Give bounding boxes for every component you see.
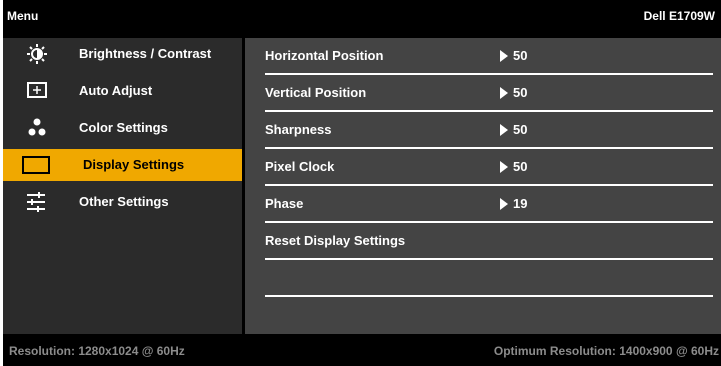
- setting-label: Pixel Clock: [265, 159, 335, 174]
- brightness-icon: [19, 44, 55, 64]
- sidebar-item-label: Brightness / Contrast: [79, 46, 212, 61]
- sidebar-item-auto-adjust[interactable]: Auto Adjust: [3, 75, 242, 107]
- triangle-right-icon: [500, 50, 508, 62]
- setting-label: Vertical Position: [265, 85, 367, 100]
- sidebar-item-label: Other Settings: [79, 194, 169, 209]
- setting-label: Sharpness: [265, 122, 332, 137]
- setting-row-reset-display-settings[interactable]: Reset Display Settings: [245, 223, 721, 260]
- monitor-osd: Menu Dell E1709W Brightness / Contrast A…: [0, 0, 721, 366]
- row-divider: [265, 295, 713, 297]
- setting-row-horizontal-position[interactable]: Horizontal Position 50: [245, 38, 721, 75]
- triangle-right-icon: [500, 161, 508, 173]
- setting-value: 50: [513, 48, 528, 63]
- display-settings-icon: [19, 155, 55, 175]
- setting-row-vertical-position[interactable]: Vertical Position 50: [245, 75, 721, 112]
- osd-footer: Resolution: 1280x1024 @ 60Hz Optimum Res…: [3, 334, 721, 366]
- triangle-right-icon: [500, 87, 508, 99]
- sidebar-item-color-settings[interactable]: Color Settings: [3, 112, 242, 144]
- setting-label: Phase: [265, 196, 304, 211]
- sidebar-item-display-settings[interactable]: Display Settings: [3, 149, 242, 181]
- setting-value: 50: [513, 122, 528, 137]
- setting-label: Horizontal Position: [265, 48, 384, 63]
- sidebar-item-brightness-contrast[interactable]: Brightness / Contrast: [3, 38, 242, 70]
- setting-value: 50: [513, 85, 528, 100]
- sidebar-item-label: Auto Adjust: [79, 83, 153, 98]
- auto-adjust-icon: [19, 81, 55, 101]
- setting-value: 50: [513, 159, 528, 174]
- sidebar: Brightness / Contrast Auto Adjust Color …: [3, 38, 242, 334]
- sidebar-item-label: Display Settings: [83, 157, 185, 172]
- optimum-resolution: Optimum Resolution: 1400x900 @ 60Hz: [493, 344, 719, 358]
- setting-label: Reset Display Settings: [265, 233, 406, 248]
- sidebar-item-other-settings[interactable]: Other Settings: [3, 186, 242, 218]
- model-name: Dell E1709W: [643, 9, 715, 23]
- other-settings-icon: [19, 192, 55, 212]
- setting-row-pixel-clock[interactable]: Pixel Clock 50: [245, 149, 721, 186]
- current-resolution: Resolution: 1280x1024 @ 60Hz: [9, 344, 185, 358]
- triangle-right-icon: [500, 124, 508, 136]
- setting-row-empty: [245, 260, 721, 297]
- color-settings-icon: [19, 118, 55, 138]
- setting-row-phase[interactable]: Phase 19: [245, 186, 721, 223]
- osd-header: Menu Dell E1709W: [3, 0, 721, 32]
- menu-title: Menu: [7, 9, 39, 23]
- setting-row-sharpness[interactable]: Sharpness 50: [245, 112, 721, 149]
- setting-value: 19: [513, 196, 528, 211]
- sidebar-item-label: Color Settings: [79, 120, 168, 135]
- display-settings-panel: Horizontal Position 50 Vertical Position…: [245, 38, 721, 334]
- triangle-right-icon: [500, 198, 508, 210]
